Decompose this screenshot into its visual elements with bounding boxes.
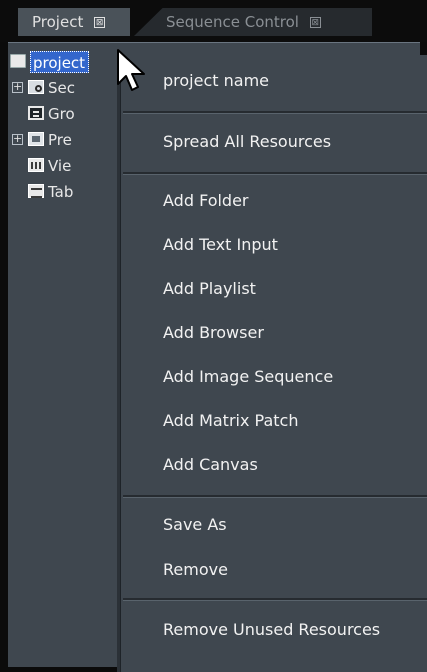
menu-separator [123,495,427,498]
menu-item-add-canvas[interactable]: Add Canvas [121,447,427,483]
menu-item-add-playlist[interactable]: Add Playlist [121,271,427,307]
tree-item-views[interactable]: Vie [8,155,138,177]
menu-item-spread-all-resources[interactable]: Spread All Resources [121,124,427,160]
table-icon [28,184,44,198]
tree-item-tables[interactable]: Tab [8,181,138,203]
tree-item-presets[interactable]: + Pre [8,129,138,151]
menu-separator [123,598,427,601]
preset-icon [28,132,44,146]
tree-item-label: Tab [48,183,74,201]
tab-sequence-control[interactable]: Sequence Control ⊠ [134,8,372,36]
menu-item-add-matrix-patch[interactable]: Add Matrix Patch [121,403,427,439]
context-menu: project name Spread All Resources Add Fo… [120,55,427,672]
menu-separator [123,172,427,175]
menu-separator [123,111,427,114]
tree-item-groups[interactable]: Gro [8,103,138,125]
tab-project[interactable]: Project ⊠ [18,8,130,36]
mouse-cursor-icon [117,49,145,91]
menu-item-remove-unused-resources[interactable]: Remove Unused Resources [121,612,427,648]
tab-bar: Project ⊠ Sequence Control ⊠ [0,0,427,42]
view-icon [28,158,44,172]
open-folder-icon [10,54,26,68]
tab-sequence-control-label: Sequence Control [166,13,299,31]
expand-icon[interactable]: + [12,133,23,145]
menu-item-remove[interactable]: Remove [121,552,427,588]
group-icon [28,106,44,120]
menu-item-project-name[interactable]: project name [121,63,427,99]
menu-item-add-browser[interactable]: Add Browser [121,315,427,351]
menu-item-add-image-sequence[interactable]: Add Image Sequence [121,359,427,395]
menu-item-save-as[interactable]: Save As [121,507,427,543]
sequence-icon [28,80,44,94]
tab-project-close-icon[interactable]: ⊠ [94,17,106,28]
tab-sequence-control-close-icon[interactable]: ⊠ [309,17,321,28]
tree-item-label: Vie [48,157,72,175]
application-window: Project ⊠ Sequence Control ⊠ project + S… [0,0,427,672]
tree-item-label: Pre [48,131,72,149]
tree-item-project-label: project [30,51,90,73]
expand-icon[interactable]: + [12,81,23,93]
tab-project-label: Project [32,13,84,31]
tree-item-label: Gro [48,105,75,123]
menu-item-add-folder[interactable]: Add Folder [121,183,427,219]
menu-item-add-text-input[interactable]: Add Text Input [121,227,427,263]
tree-item-label: Sec [48,79,75,97]
